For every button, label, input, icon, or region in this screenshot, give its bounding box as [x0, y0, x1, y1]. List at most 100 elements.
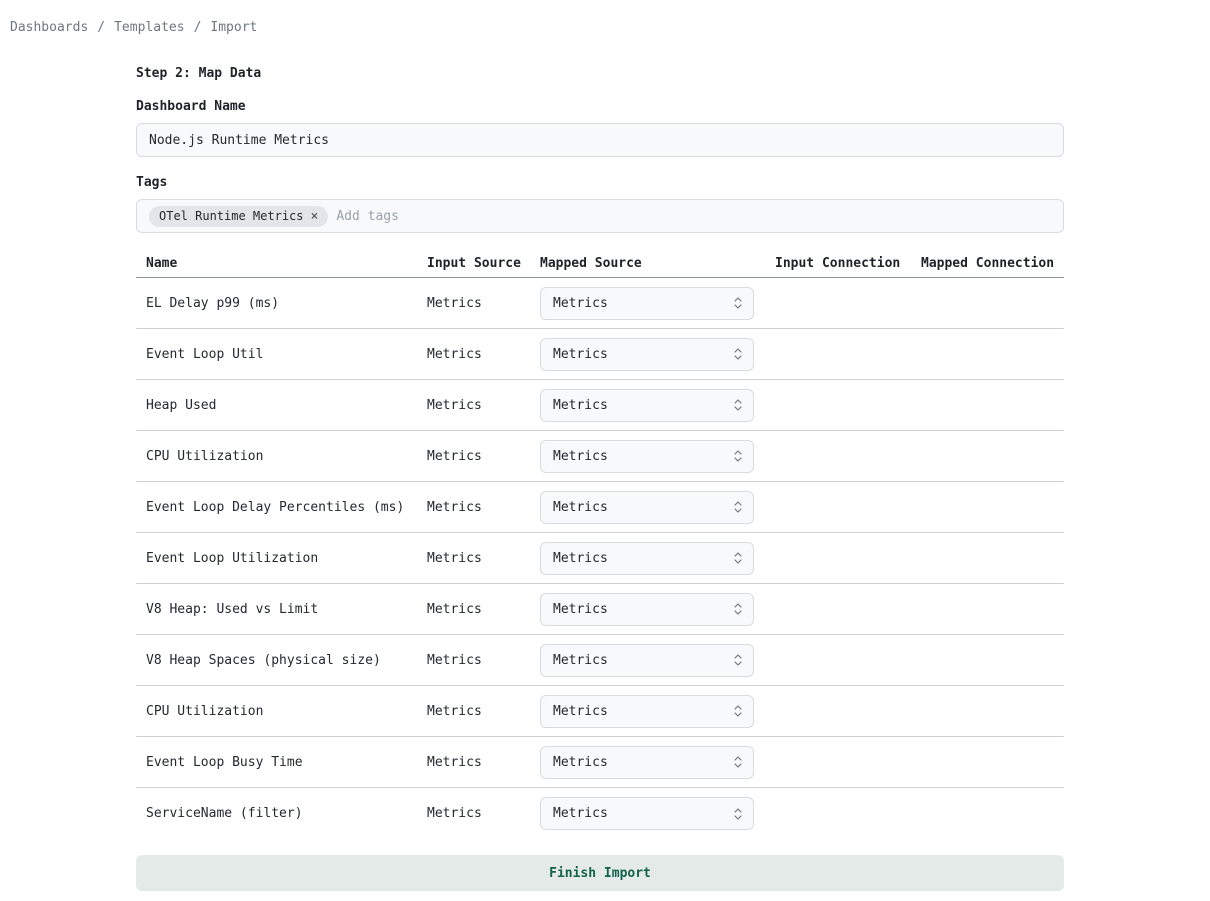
row-mapped-source-cell: Metrics [540, 695, 775, 728]
mapped-source-selected-value: Metrics [553, 449, 608, 464]
mapped-source-selected-value: Metrics [553, 347, 608, 362]
breadcrumb-templates[interactable]: Templates [114, 20, 184, 35]
table-row: CPU Utilization Metrics Metrics [136, 686, 1064, 737]
row-name: CPU Utilization [136, 704, 427, 719]
dashboard-name-input[interactable] [136, 123, 1064, 157]
row-name: Heap Used [136, 398, 427, 413]
row-name: V8 Heap Spaces (physical size) [136, 653, 427, 668]
mapped-source-selected-value: Metrics [553, 296, 608, 311]
row-mapped-source-cell: Metrics [540, 746, 775, 779]
mapped-source-selected-value: Metrics [553, 704, 608, 719]
select-chevrons-icon [733, 500, 743, 514]
column-header-input-source: Input Source [427, 256, 540, 271]
select-chevrons-icon [733, 755, 743, 769]
row-mapped-source-cell: Metrics [540, 644, 775, 677]
mapped-source-select[interactable]: Metrics [540, 338, 754, 371]
tags-input-container[interactable]: OTel Runtime Metrics × [136, 199, 1064, 233]
select-chevrons-icon [733, 704, 743, 718]
column-header-input-connection: Input Connection [775, 256, 921, 271]
row-name: ServiceName (filter) [136, 806, 427, 821]
mapped-source-selected-value: Metrics [553, 755, 608, 770]
select-chevrons-icon [733, 602, 743, 616]
mapped-source-select[interactable]: Metrics [540, 644, 754, 677]
table-row: V8 Heap Spaces (physical size) Metrics M… [136, 635, 1064, 686]
table-row: Event Loop Util Metrics Metrics [136, 329, 1064, 380]
row-input-source: Metrics [427, 500, 540, 515]
table-row: Event Loop Utilization Metrics Metrics [136, 533, 1064, 584]
select-chevrons-icon [733, 449, 743, 463]
table-body: EL Delay p99 (ms) Metrics Metrics [136, 278, 1064, 839]
dashboard-name-label: Dashboard Name [136, 100, 1064, 114]
row-input-source: Metrics [427, 806, 540, 821]
row-name: Event Loop Util [136, 347, 427, 362]
bottom-spacer [136, 891, 1064, 901]
row-name: V8 Heap: Used vs Limit [136, 602, 427, 617]
row-name: Event Loop Delay Percentiles (ms) [136, 500, 427, 515]
breadcrumb-dashboards[interactable]: Dashboards [10, 20, 88, 35]
row-mapped-source-cell: Metrics [540, 542, 775, 575]
table-row: Event Loop Busy Time Metrics Metrics [136, 737, 1064, 788]
row-name: Event Loop Utilization [136, 551, 427, 566]
mapped-source-select[interactable]: Metrics [540, 440, 754, 473]
mapped-source-selected-value: Metrics [553, 398, 608, 413]
mapped-source-select[interactable]: Metrics [540, 389, 754, 422]
add-tags-input[interactable] [336, 209, 1051, 224]
mapped-source-select[interactable]: Metrics [540, 695, 754, 728]
mapped-source-selected-value: Metrics [553, 500, 608, 515]
table-row: CPU Utilization Metrics Metrics [136, 431, 1064, 482]
row-mapped-source-cell: Metrics [540, 287, 775, 320]
mapped-source-select[interactable]: Metrics [540, 542, 754, 575]
row-input-source: Metrics [427, 296, 540, 311]
mapped-source-selected-value: Metrics [553, 653, 608, 668]
step-title: Step 2: Map Data [136, 66, 1064, 81]
import-wizard-content: Step 2: Map Data Dashboard Name Tags OTe… [136, 66, 1064, 901]
row-mapped-source-cell: Metrics [540, 593, 775, 626]
mapped-source-select[interactable]: Metrics [540, 491, 754, 524]
row-input-source: Metrics [427, 551, 540, 566]
mapped-source-select[interactable]: Metrics [540, 797, 754, 830]
tag-chip-label: OTel Runtime Metrics [159, 209, 304, 223]
row-mapped-source-cell: Metrics [540, 338, 775, 371]
select-chevrons-icon [733, 296, 743, 310]
tag-chip: OTel Runtime Metrics × [149, 206, 328, 227]
mapping-table: Name Input Source Mapped Source Input Co… [136, 233, 1064, 839]
finish-import-button[interactable]: Finish Import [136, 855, 1064, 891]
row-name: Event Loop Busy Time [136, 755, 427, 770]
table-row: ServiceName (filter) Metrics Metrics [136, 788, 1064, 839]
row-input-source: Metrics [427, 347, 540, 362]
mapped-source-selected-value: Metrics [553, 551, 608, 566]
row-mapped-source-cell: Metrics [540, 491, 775, 524]
select-chevrons-icon [733, 653, 743, 667]
column-header-mapped-connection: Mapped Connection [921, 256, 1064, 271]
row-input-source: Metrics [427, 653, 540, 668]
row-name: EL Delay p99 (ms) [136, 296, 427, 311]
table-row: Event Loop Delay Percentiles (ms) Metric… [136, 482, 1064, 533]
select-chevrons-icon [733, 551, 743, 565]
mapped-source-select[interactable]: Metrics [540, 593, 754, 626]
mapped-source-select[interactable]: Metrics [540, 746, 754, 779]
table-row: Heap Used Metrics Metrics [136, 380, 1064, 431]
select-chevrons-icon [733, 398, 743, 412]
row-input-source: Metrics [427, 755, 540, 770]
row-name: CPU Utilization [136, 449, 427, 464]
column-header-mapped-source: Mapped Source [540, 256, 775, 271]
row-input-source: Metrics [427, 449, 540, 464]
row-input-source: Metrics [427, 602, 540, 617]
row-mapped-source-cell: Metrics [540, 440, 775, 473]
row-mapped-source-cell: Metrics [540, 797, 775, 830]
breadcrumb-import: Import [210, 20, 257, 35]
mapped-source-selected-value: Metrics [553, 602, 608, 617]
row-input-source: Metrics [427, 704, 540, 719]
tags-label: Tags [136, 176, 1064, 190]
row-input-source: Metrics [427, 398, 540, 413]
table-row: V8 Heap: Used vs Limit Metrics Metrics [136, 584, 1064, 635]
table-row: EL Delay p99 (ms) Metrics Metrics [136, 278, 1064, 329]
breadcrumb: Dashboards / Templates / Import [0, 0, 1210, 35]
column-header-name: Name [136, 256, 427, 271]
select-chevrons-icon [733, 807, 743, 821]
mapped-source-select[interactable]: Metrics [540, 287, 754, 320]
remove-tag-icon[interactable]: × [311, 210, 319, 223]
table-header-row: Name Input Source Mapped Source Input Co… [136, 233, 1064, 278]
select-chevrons-icon [733, 347, 743, 361]
breadcrumb-separator: / [97, 20, 105, 35]
